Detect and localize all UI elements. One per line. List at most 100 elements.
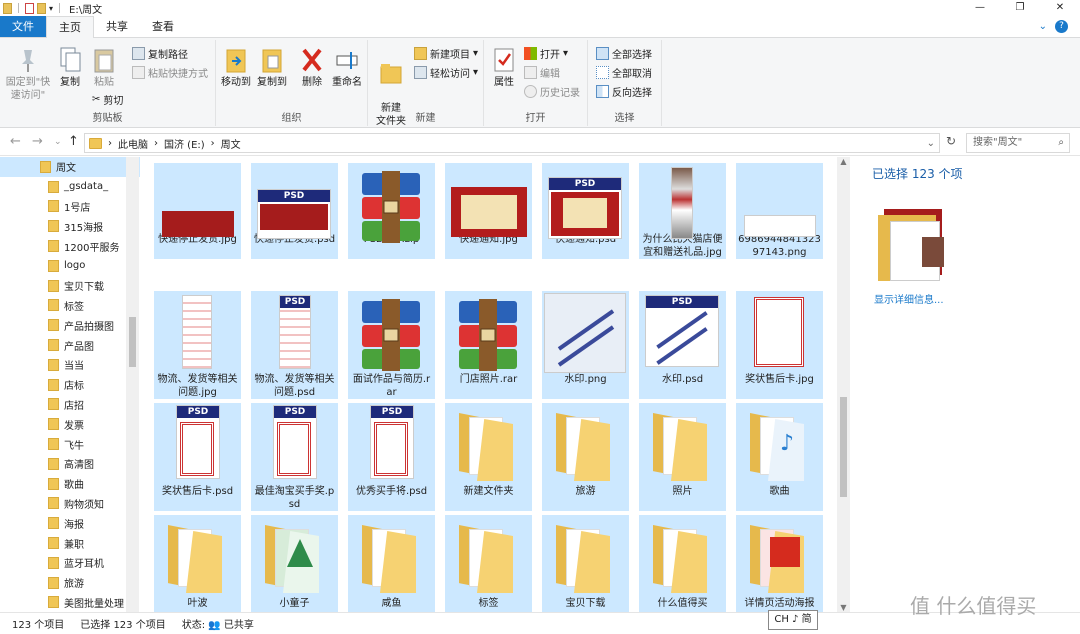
file-tile[interactable]: PSD 快递停止发货.psd bbox=[251, 163, 338, 259]
help-icon[interactable]: ? bbox=[1055, 20, 1068, 33]
scrollbar-thumb[interactable] bbox=[840, 397, 847, 497]
sidebar-item[interactable]: 产品拍摄图 bbox=[0, 315, 140, 335]
sidebar-item[interactable]: 1200平服务 bbox=[0, 236, 140, 256]
file-tile[interactable]: 照片 bbox=[639, 403, 726, 511]
sidebar-item[interactable]: 购物须知 bbox=[0, 494, 140, 514]
file-tile[interactable]: PSD 奖状售后卡.psd bbox=[154, 403, 241, 511]
file-tile[interactable]: 水印.png bbox=[542, 291, 629, 399]
sidebar-item[interactable]: 海报 bbox=[0, 513, 140, 533]
file-tile[interactable]: 详情页活动海报 bbox=[736, 515, 823, 612]
file-tile[interactable]: 为什么比天猫店便宜和赠送礼品.jpg bbox=[639, 163, 726, 259]
move-to-button[interactable]: 移动到 bbox=[218, 46, 254, 89]
sidebar-item[interactable]: 产品图 bbox=[0, 335, 140, 355]
file-tile[interactable]: 门店照片.rar bbox=[445, 291, 532, 399]
sidebar-item[interactable]: 店标 bbox=[0, 375, 140, 395]
file-tile[interactable]: 宝贝下载 bbox=[542, 515, 629, 612]
open-button[interactable]: 打开 ▾ bbox=[524, 46, 568, 61]
file-tile[interactable]: 奖状售后卡.jpg bbox=[736, 291, 823, 399]
easy-access-button[interactable]: 轻松访问 ▾ bbox=[414, 65, 478, 80]
address-dropdown-icon[interactable]: ⌄ bbox=[927, 138, 939, 149]
rename-button[interactable]: 重命名 bbox=[328, 46, 366, 89]
paste-shortcut-button[interactable]: 粘贴快捷方式 bbox=[132, 65, 208, 80]
file-tile[interactable]: PSD 水印.psd bbox=[639, 291, 726, 399]
sidebar-item[interactable]: 高清图 bbox=[0, 454, 140, 474]
minimize-button[interactable]: — bbox=[960, 0, 1000, 16]
sidebar-item[interactable]: 店招 bbox=[0, 395, 140, 415]
paste-button[interactable]: 粘贴 bbox=[88, 46, 120, 89]
sidebar-item[interactable]: 当当 bbox=[0, 355, 140, 375]
file-tile[interactable]: 新建文件夹 bbox=[445, 403, 532, 511]
sidebar-item[interactable]: 315海报 bbox=[0, 216, 140, 236]
copy-button[interactable]: 复制 bbox=[54, 46, 86, 89]
recent-locations-icon[interactable]: ⌄ bbox=[54, 137, 62, 147]
file-tile[interactable]: 叶波 bbox=[154, 515, 241, 612]
file-tile[interactable]: 698694484132397143.png bbox=[736, 163, 823, 259]
tab-view[interactable]: 查看 bbox=[140, 16, 186, 37]
sidebar-item-root[interactable]: 周文 bbox=[0, 157, 140, 177]
sidebar-item[interactable]: 美图批量处理 bbox=[0, 593, 140, 612]
breadcrumb-folder[interactable]: 周文 bbox=[221, 136, 241, 151]
breadcrumb-this-pc[interactable]: 此电脑 bbox=[118, 136, 148, 151]
select-all-button[interactable]: 全部选择 bbox=[596, 46, 652, 61]
cut-button[interactable]: ✂ 剪切 bbox=[92, 92, 123, 107]
sidebar-item[interactable]: logo bbox=[0, 256, 140, 276]
file-tile[interactable]: PSD 最佳淘宝买手奖.psd bbox=[251, 403, 338, 511]
delete-button[interactable]: 删除 bbox=[296, 46, 328, 89]
show-details-link[interactable]: 显示详细信息... bbox=[874, 291, 944, 306]
edit-button[interactable]: 编辑 bbox=[524, 65, 560, 80]
new-item-button[interactable]: 新建项目 ▾ bbox=[414, 46, 478, 61]
scrollbar-thumb[interactable] bbox=[129, 317, 136, 367]
properties-icon[interactable] bbox=[25, 2, 34, 14]
file-tile[interactable]: 面试作品与简历.rar bbox=[348, 291, 435, 399]
sidebar-item[interactable]: 飞牛 bbox=[0, 434, 140, 454]
file-tile[interactable]: 快递停止发货.jpg bbox=[154, 163, 241, 259]
properties-button[interactable]: 属性 bbox=[488, 46, 520, 89]
close-button[interactable]: ✕ bbox=[1040, 0, 1080, 16]
up-arrow-icon[interactable]: ↑ bbox=[68, 134, 79, 149]
sidebar-item[interactable]: 标签 bbox=[0, 296, 140, 316]
file-tile[interactable]: PSD 优秀买手将.psd bbox=[348, 403, 435, 511]
address-box[interactable]: › 此电脑 › 国济 (E:) › 周文 ⌄ bbox=[84, 133, 940, 153]
new-folder-button[interactable]: 新建 文件夹 bbox=[372, 46, 410, 141]
sidebar-item[interactable]: _gsdata_ bbox=[0, 177, 140, 197]
history-button[interactable]: 历史记录 bbox=[524, 84, 580, 99]
chevron-down-icon[interactable]: ▾ bbox=[49, 4, 53, 13]
file-tile[interactable]: 旅游 bbox=[542, 403, 629, 511]
sidebar-item[interactable]: 发票 bbox=[0, 414, 140, 434]
scroll-down-icon[interactable]: ▼ bbox=[837, 603, 850, 612]
back-arrow-icon[interactable]: ← bbox=[10, 134, 21, 149]
sidebar-item[interactable]: 宝贝下载 bbox=[0, 276, 140, 296]
navigation-scrollbar[interactable] bbox=[126, 157, 139, 612]
file-tile[interactable]: 什么值得买 bbox=[639, 515, 726, 612]
file-tile[interactable]: 小童子 bbox=[251, 515, 338, 612]
breadcrumb-drive[interactable]: 国济 (E:) bbox=[164, 136, 205, 151]
file-tile[interactable]: 标签 bbox=[445, 515, 532, 612]
invert-selection-button[interactable]: 反向选择 bbox=[596, 84, 652, 99]
sidebar-item[interactable]: 蓝牙耳机 bbox=[0, 553, 140, 573]
scroll-up-icon[interactable]: ▲ bbox=[837, 157, 850, 166]
maximize-button[interactable]: ❐ bbox=[1000, 0, 1040, 16]
file-tile[interactable]: 咸鱼 bbox=[348, 515, 435, 612]
pin-quick-access-button[interactable]: 固定到"快速访问" bbox=[4, 46, 52, 102]
select-none-button[interactable]: 全部取消 bbox=[596, 65, 652, 80]
tab-share[interactable]: 共享 bbox=[94, 16, 140, 37]
refresh-icon[interactable]: ↻ bbox=[946, 134, 956, 148]
sidebar-item[interactable]: 1号店 bbox=[0, 197, 140, 217]
search-input[interactable]: 搜索"周文" ⌕ bbox=[966, 133, 1070, 153]
sidebar-item[interactable]: 歌曲 bbox=[0, 474, 140, 494]
ime-indicator[interactable]: CH ♪ 简 bbox=[768, 610, 818, 630]
sidebar-item[interactable]: 旅游 bbox=[0, 573, 140, 593]
collapse-ribbon-icon[interactable]: ⌄ bbox=[1039, 21, 1047, 32]
file-view-scrollbar[interactable]: ▲ ▼ bbox=[837, 157, 850, 612]
forward-arrow-icon[interactable]: → bbox=[32, 134, 43, 149]
file-tile[interactable]: PSD 物流、发货等相关问题.psd bbox=[251, 291, 338, 399]
file-tile[interactable]: PS2017.zip bbox=[348, 163, 435, 259]
file-tile[interactable]: ♪ 歌曲 bbox=[736, 403, 823, 511]
file-tile[interactable]: 快递通知.jpg bbox=[445, 163, 532, 259]
copy-path-button[interactable]: 复制路径 bbox=[132, 46, 188, 61]
file-tile[interactable]: 物流、发货等相关问题.jpg bbox=[154, 291, 241, 399]
file-tile[interactable]: PSD 快递通知.psd bbox=[542, 163, 629, 259]
new-folder-icon[interactable] bbox=[37, 2, 46, 14]
sidebar-item[interactable]: 兼职 bbox=[0, 533, 140, 553]
copy-to-button[interactable]: 复制到 bbox=[254, 46, 290, 89]
